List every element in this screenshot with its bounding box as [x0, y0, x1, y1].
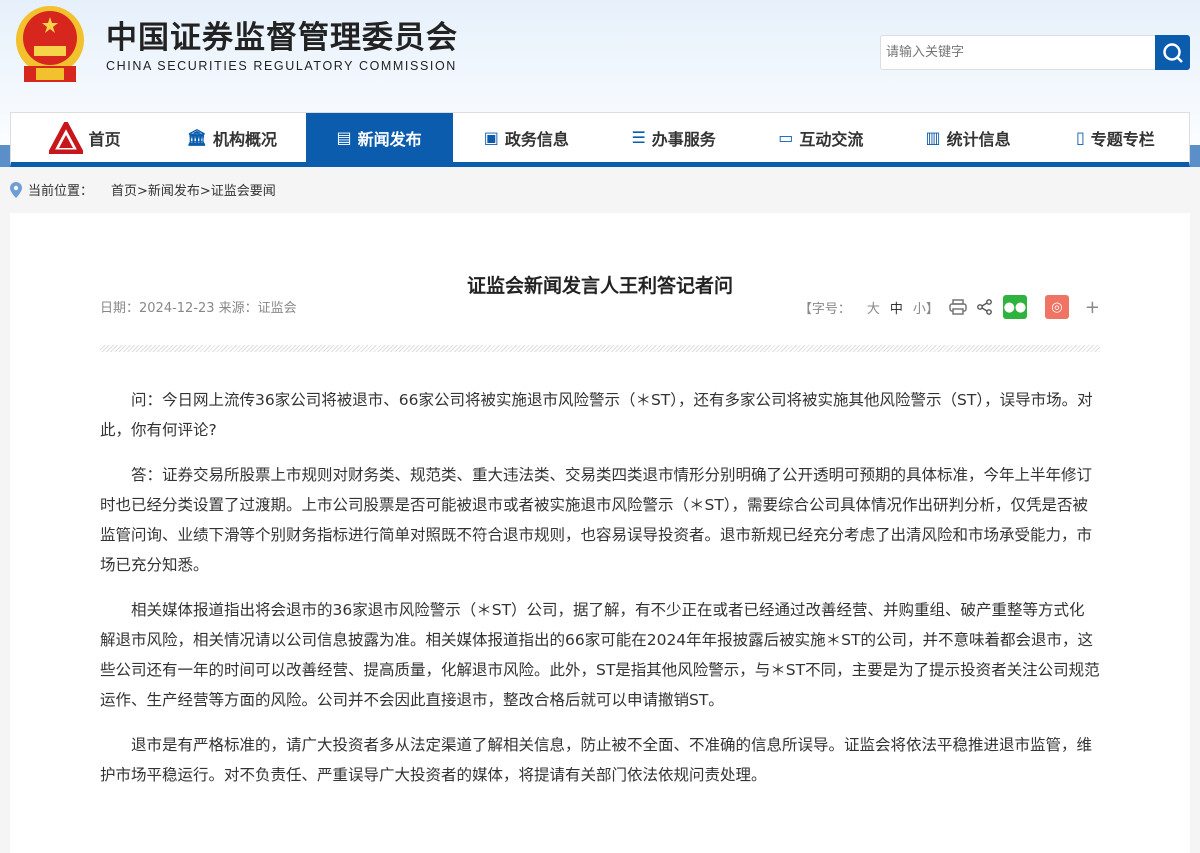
paragraph: 退市是有严格标准的，请广大投资者多从法定渠道了解相关信息，防止被不全面、不准确的…: [100, 736, 1093, 784]
article-container: 证监会新闻发言人王利答记者问 日期：2024-12-23 来源：证监会 【字号：…: [10, 213, 1190, 853]
nav-statistics[interactable]: ▥ 统计信息: [895, 113, 1042, 162]
paragraph: 问：今日网上流传36家公司将被退市、66家公司将被实施退市风险警示（＊ST），还…: [100, 391, 1093, 439]
paragraph: 答：证券交易所股票上市规则对财务类、规范类、重大违法类、交易类四类退市情形分别明…: [100, 466, 1093, 574]
nav-label: 机构概况: [213, 129, 278, 149]
nav-news[interactable]: ▤ 新闻发布: [305, 113, 453, 162]
article-meta: 日期：2024-12-23 来源：证监会: [100, 301, 297, 316]
site-title: 中国证券监督管理委员会: [106, 20, 458, 56]
nav-topics[interactable]: ▯ 专题专栏: [1042, 113, 1189, 162]
search-button[interactable]: [1155, 35, 1190, 70]
nav-services[interactable]: ☰ 办事服务: [600, 113, 747, 162]
main-nav: 首页 🏛 机构概况 ▤ 新闻发布 ▣ 政务信息 ☰ 办事服务 ▭ 互动交流 ▥ 统计信息 ▯…: [10, 112, 1190, 167]
news-icon: ▤: [336, 128, 352, 147]
font-large-button[interactable]: 大: [867, 298, 880, 317]
font-small-button[interactable]: 小】: [913, 298, 939, 317]
nav-label: 统计信息: [946, 129, 1011, 149]
nav-home[interactable]: 首页: [11, 113, 158, 162]
breadcrumb-label: 当前位置：: [28, 184, 94, 199]
more-share-button[interactable]: +: [1085, 297, 1100, 318]
list-icon: ☰: [631, 128, 646, 147]
building-icon: 🏛: [186, 128, 208, 147]
nav-interaction[interactable]: ▭ 互动交流: [747, 113, 894, 162]
breadcrumb-path[interactable]: 首页>新闻发布>证监会要闻: [111, 180, 276, 199]
national-emblem-icon: [16, 6, 84, 82]
font-medium-button[interactable]: 中: [890, 298, 903, 317]
site-subtitle: CHINA SECURITIES REGULATORY COMMISSION: [106, 59, 457, 73]
monitor-icon: ▣: [483, 128, 499, 147]
print-icon[interactable]: [949, 299, 967, 315]
home-logo-icon: [48, 121, 83, 154]
document-icon: ▯: [1075, 128, 1085, 147]
font-size-label: 【字号：: [798, 301, 851, 317]
wechat-share-icon[interactable]: ●●: [1002, 295, 1027, 319]
nav-about[interactable]: 🏛 机构概况: [158, 113, 305, 162]
breadcrumb: 当前位置： 首页>新闻发布>证监会要闻: [10, 180, 276, 199]
nav-label: 政务信息: [504, 129, 569, 149]
chat-icon: ▭: [778, 128, 794, 147]
divider: [100, 345, 1100, 352]
nav-label: 首页: [88, 129, 121, 149]
search-bar: [880, 35, 1190, 70]
nav-government-info[interactable]: ▣ 政务信息: [453, 113, 600, 162]
nav-label: 新闻发布: [357, 129, 422, 149]
share-icon[interactable]: [977, 299, 993, 315]
location-pin-icon: [10, 181, 22, 198]
bar-chart-icon: ▥: [925, 128, 941, 147]
nav-label: 专题专栏: [1090, 129, 1155, 149]
search-input[interactable]: [880, 35, 1155, 70]
nav-label: 互动交流: [799, 129, 864, 149]
search-icon: [1162, 42, 1183, 63]
weibo-share-icon[interactable]: ◎: [1044, 295, 1069, 319]
article-tools: 【字号： 大 中 小】 ●● ◎ +: [799, 295, 1100, 319]
article-body: 问：今日网上流传36家公司将被退市、66家公司将被实施退市风险警示（＊ST），还…: [100, 385, 1100, 805]
nav-label: 办事服务: [651, 129, 716, 149]
paragraph: 相关媒体报道指出将会退市的36家退市风险警示（＊ST）公司，据了解，有不少正在或…: [100, 601, 1100, 709]
article-title: 证监会新闻发言人王利答记者问: [466, 275, 733, 297]
